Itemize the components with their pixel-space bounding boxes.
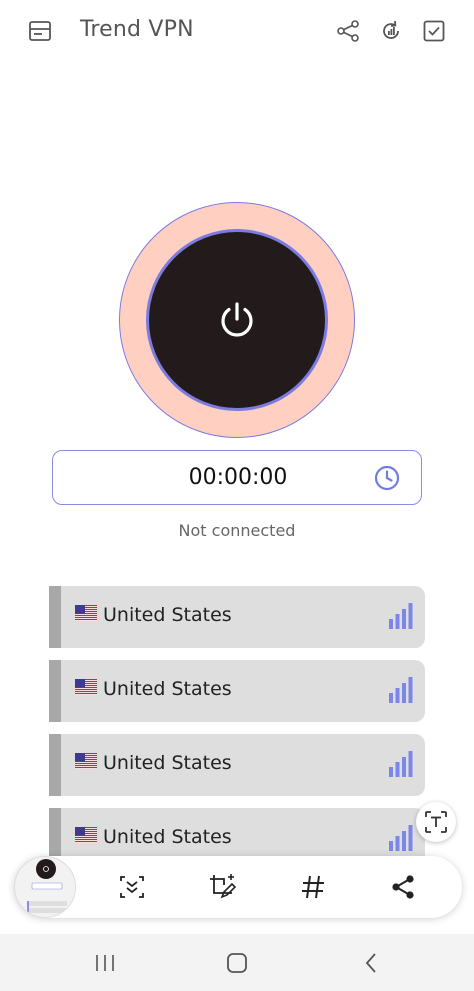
app-title: Trend VPN	[80, 17, 194, 42]
connection-status: Not connected	[178, 521, 296, 540]
home-icon[interactable]	[222, 948, 252, 978]
us-flag-icon	[75, 827, 97, 843]
clock-icon	[374, 465, 400, 491]
recents-icon[interactable]	[90, 948, 120, 978]
crop-edit-icon[interactable]	[206, 871, 238, 903]
text-extract-icon	[425, 811, 447, 833]
server-name: United States	[103, 752, 232, 774]
timer-box: 00:00:00	[52, 450, 422, 505]
server-name: United States	[103, 604, 232, 626]
app-bar: Trend VPN	[0, 0, 474, 62]
signal-bars-icon	[389, 677, 413, 703]
power-icon	[221, 302, 253, 337]
refresh-icon[interactable]	[377, 17, 405, 45]
screenshot-thumbnail[interactable]	[14, 856, 76, 918]
us-flag-icon	[75, 679, 97, 695]
share-icon[interactable]	[334, 17, 362, 45]
server-item[interactable]: United States	[49, 734, 425, 796]
scroll-capture-icon[interactable]	[116, 871, 148, 903]
screenshot-toolbar	[14, 856, 462, 918]
signal-bars-icon	[389, 751, 413, 777]
server-name: United States	[103, 826, 232, 848]
share-icon[interactable]	[387, 871, 419, 903]
settings-card-icon[interactable]	[26, 18, 54, 44]
connection-timer: 00:00:00	[188, 465, 288, 490]
signal-bars-icon	[389, 825, 413, 851]
system-nav-bar	[0, 934, 474, 991]
extract-text-button[interactable]	[416, 802, 456, 842]
us-flag-icon	[75, 605, 97, 621]
server-name: United States	[103, 678, 232, 700]
hashtag-icon[interactable]	[297, 871, 329, 903]
signal-bars-icon	[389, 603, 413, 629]
checkbox-icon[interactable]	[420, 17, 448, 45]
back-icon[interactable]	[356, 948, 386, 978]
server-item[interactable]: United States	[49, 586, 425, 648]
connect-button[interactable]	[146, 229, 328, 411]
us-flag-icon	[75, 753, 97, 769]
server-item[interactable]: United States	[49, 660, 425, 722]
